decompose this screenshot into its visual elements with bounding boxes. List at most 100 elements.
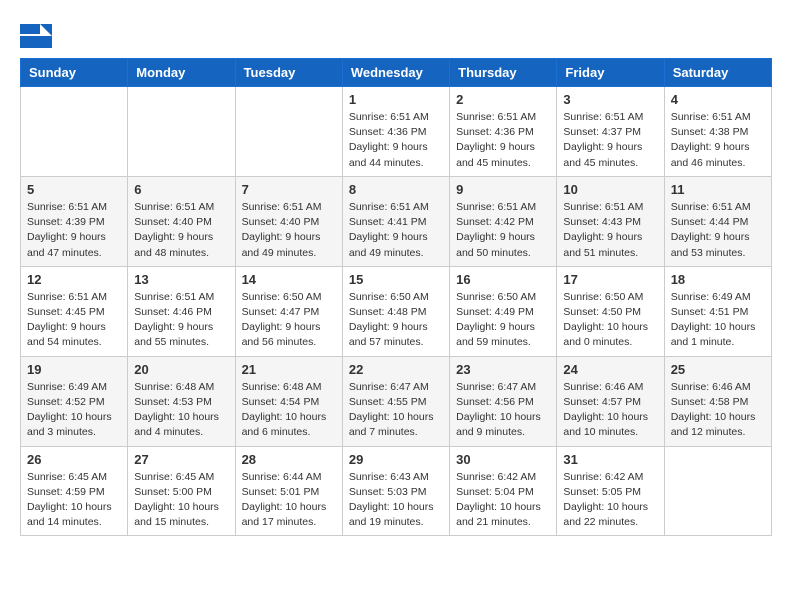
day-number: 18 [671,272,765,287]
day-info: Sunrise: 6:50 AMSunset: 4:50 PMDaylight:… [563,290,657,351]
header-cell: Friday [557,59,664,87]
calendar-cell: 3 Sunrise: 6:51 AMSunset: 4:37 PMDaylight… [557,87,664,177]
calendar-cell: 13 Sunrise: 6:51 AMSunset: 4:46 PMDayligh… [128,266,235,356]
day-number: 31 [563,452,657,467]
header-cell: Monday [128,59,235,87]
calendar-cell [235,87,342,177]
day-number: 6 [134,182,228,197]
day-info: Sunrise: 6:42 AMSunset: 5:04 PMDaylight:… [456,470,550,531]
day-info: Sunrise: 6:48 AMSunset: 4:53 PMDaylight:… [134,380,228,441]
day-info: Sunrise: 6:45 AMSunset: 5:00 PMDaylight:… [134,470,228,531]
logo [20,20,56,48]
day-info: Sunrise: 6:51 AMSunset: 4:39 PMDaylight:… [27,200,121,261]
day-number: 9 [456,182,550,197]
day-info: Sunrise: 6:51 AMSunset: 4:37 PMDaylight:… [563,110,657,171]
calendar-cell: 17 Sunrise: 6:50 AMSunset: 4:50 PMDayligh… [557,266,664,356]
calendar-cell: 14 Sunrise: 6:50 AMSunset: 4:47 PMDayligh… [235,266,342,356]
day-number: 11 [671,182,765,197]
header-cell: Saturday [664,59,771,87]
day-info: Sunrise: 6:51 AMSunset: 4:41 PMDaylight:… [349,200,443,261]
day-number: 4 [671,92,765,107]
calendar-week-row: 5 Sunrise: 6:51 AMSunset: 4:39 PMDaylight… [21,176,772,266]
calendar-cell: 21Sunrise: 6:48 AMSunset: 4:54 PMDayligh… [235,356,342,446]
day-number: 13 [134,272,228,287]
day-number: 17 [563,272,657,287]
day-number: 5 [27,182,121,197]
logo-icon [20,20,52,48]
day-number: 27 [134,452,228,467]
day-number: 29 [349,452,443,467]
day-info: Sunrise: 6:51 AMSunset: 4:36 PMDaylight:… [349,110,443,171]
day-info: Sunrise: 6:51 AMSunset: 4:42 PMDaylight:… [456,200,550,261]
day-info: Sunrise: 6:50 AMSunset: 4:48 PMDaylight:… [349,290,443,351]
calendar-cell [21,87,128,177]
calendar-cell: 20 Sunrise: 6:48 AMSunset: 4:53 PMDayligh… [128,356,235,446]
day-info: Sunrise: 6:43 AMSunset: 5:03 PMDaylight:… [349,470,443,531]
calendar-cell: 27 Sunrise: 6:45 AMSunset: 5:00 PMDayligh… [128,446,235,536]
day-number: 20 [134,362,228,377]
day-info: Sunrise: 6:48 AMSunset: 4:54 PMDaylight:… [242,380,336,441]
calendar-cell: 15Sunrise: 6:50 AMSunset: 4:48 PMDayligh… [342,266,449,356]
day-number: 1 [349,92,443,107]
calendar-cell: 29 Sunrise: 6:43 AMSunset: 5:03 PMDayligh… [342,446,449,536]
day-number: 24 [563,362,657,377]
calendar-cell: 23Sunrise: 6:47 AMSunset: 4:56 PMDayligh… [450,356,557,446]
day-info: Sunrise: 6:51 AMSunset: 4:43 PMDaylight:… [563,200,657,261]
day-number: 26 [27,452,121,467]
calendar-cell: 11Sunrise: 6:51 AMSunset: 4:44 PMDayligh… [664,176,771,266]
calendar-cell: 22Sunrise: 6:47 AMSunset: 4:55 PMDayligh… [342,356,449,446]
day-info: Sunrise: 6:45 AMSunset: 4:59 PMDaylight:… [27,470,121,531]
calendar-week-row: 12Sunrise: 6:51 AMSunset: 4:45 PMDayligh… [21,266,772,356]
day-info: Sunrise: 6:50 AMSunset: 4:47 PMDaylight:… [242,290,336,351]
day-number: 28 [242,452,336,467]
day-number: 8 [349,182,443,197]
calendar-cell: 16 Sunrise: 6:50 AMSunset: 4:49 PMDayligh… [450,266,557,356]
calendar-header: SundayMondayTuesdayWednesdayThursdayFrid… [21,59,772,87]
day-number: 2 [456,92,550,107]
day-number: 7 [242,182,336,197]
day-info: Sunrise: 6:51 AMSunset: 4:40 PMDaylight:… [242,200,336,261]
day-info: Sunrise: 6:47 AMSunset: 4:55 PMDaylight:… [349,380,443,441]
day-info: Sunrise: 6:50 AMSunset: 4:49 PMDaylight:… [456,290,550,351]
calendar-cell: 28 Sunrise: 6:44 AMSunset: 5:01 PMDayligh… [235,446,342,536]
day-info: Sunrise: 6:46 AMSunset: 4:57 PMDaylight:… [563,380,657,441]
day-number: 12 [27,272,121,287]
day-info: Sunrise: 6:46 AMSunset: 4:58 PMDaylight:… [671,380,765,441]
calendar-cell: 30 Sunrise: 6:42 AMSunset: 5:04 PMDayligh… [450,446,557,536]
day-number: 19 [27,362,121,377]
calendar-cell [128,87,235,177]
calendar-cell: 2 Sunrise: 6:51 AMSunset: 4:36 PMDaylight… [450,87,557,177]
calendar-cell: 7 Sunrise: 6:51 AMSunset: 4:40 PMDaylight… [235,176,342,266]
day-info: Sunrise: 6:47 AMSunset: 4:56 PMDaylight:… [456,380,550,441]
day-number: 3 [563,92,657,107]
day-info: Sunrise: 6:51 AMSunset: 4:36 PMDaylight:… [456,110,550,171]
calendar-cell: 31Sunrise: 6:42 AMSunset: 5:05 PMDayligh… [557,446,664,536]
calendar-cell: 25Sunrise: 6:46 AMSunset: 4:58 PMDayligh… [664,356,771,446]
calendar-cell: 6Sunrise: 6:51 AMSunset: 4:40 PMDaylight… [128,176,235,266]
calendar-cell: 19 Sunrise: 6:49 AMSunset: 4:52 PMDayligh… [21,356,128,446]
day-info: Sunrise: 6:49 AMSunset: 4:52 PMDaylight:… [27,380,121,441]
calendar-week-row: 19 Sunrise: 6:49 AMSunset: 4:52 PMDayligh… [21,356,772,446]
calendar-body: 1 Sunrise: 6:51 AMSunset: 4:36 PMDaylight… [21,87,772,536]
calendar-cell: 9 Sunrise: 6:51 AMSunset: 4:42 PMDaylight… [450,176,557,266]
day-info: Sunrise: 6:51 AMSunset: 4:46 PMDaylight:… [134,290,228,351]
day-info: Sunrise: 6:44 AMSunset: 5:01 PMDaylight:… [242,470,336,531]
calendar-cell: 18 Sunrise: 6:49 AMSunset: 4:51 PMDayligh… [664,266,771,356]
calendar-cell: 8 Sunrise: 6:51 AMSunset: 4:41 PMDaylight… [342,176,449,266]
calendar-cell: 10 Sunrise: 6:51 AMSunset: 4:43 PMDayligh… [557,176,664,266]
calendar-cell: 24 Sunrise: 6:46 AMSunset: 4:57 PMDayligh… [557,356,664,446]
calendar-week-row: 26 Sunrise: 6:45 AMSunset: 4:59 PMDayligh… [21,446,772,536]
calendar-cell: 1 Sunrise: 6:51 AMSunset: 4:36 PMDaylight… [342,87,449,177]
day-info: Sunrise: 6:51 AMSunset: 4:38 PMDaylight:… [671,110,765,171]
calendar-cell: 4 Sunrise: 6:51 AMSunset: 4:38 PMDaylight… [664,87,771,177]
day-number: 16 [456,272,550,287]
header-cell: Wednesday [342,59,449,87]
calendar-cell: 12Sunrise: 6:51 AMSunset: 4:45 PMDayligh… [21,266,128,356]
day-number: 14 [242,272,336,287]
day-number: 30 [456,452,550,467]
header-cell: Thursday [450,59,557,87]
day-info: Sunrise: 6:49 AMSunset: 4:51 PMDaylight:… [671,290,765,351]
day-number: 10 [563,182,657,197]
calendar-cell: 5 Sunrise: 6:51 AMSunset: 4:39 PMDaylight… [21,176,128,266]
calendar-cell [664,446,771,536]
